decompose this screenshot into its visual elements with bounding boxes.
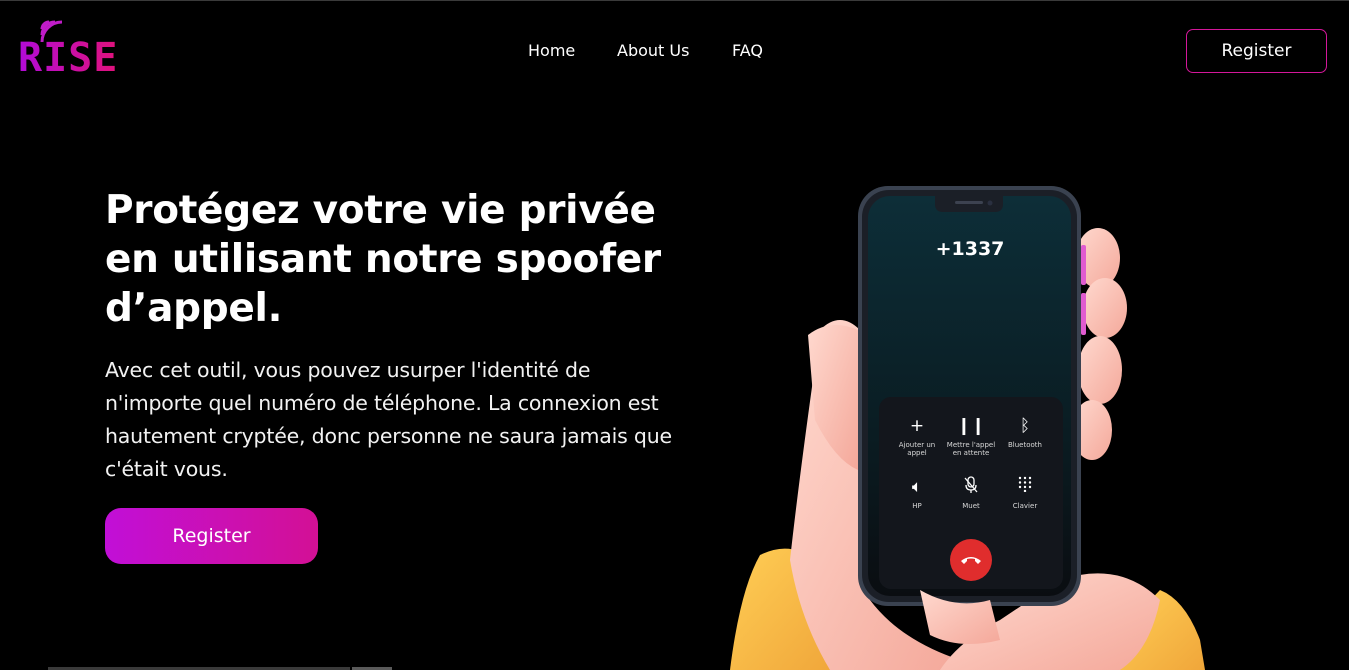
mute-label: Muet xyxy=(962,502,980,510)
plus-icon: + xyxy=(909,416,925,436)
speaker-label: HP xyxy=(912,502,922,510)
bluetooth-button[interactable]: ᛒ Bluetooth xyxy=(997,415,1053,449)
mute-button[interactable]: Muet xyxy=(943,476,999,510)
hangup-icon xyxy=(961,557,981,564)
keypad-button[interactable]: Clavier xyxy=(997,476,1053,510)
hero-description: Avec cet outil, vous pouvez usurper l'id… xyxy=(105,358,672,481)
nav-faq[interactable]: FAQ xyxy=(732,40,763,62)
hero-title: Protégez votre vie privée en utilisant n… xyxy=(105,188,661,331)
bluetooth-icon: ᛒ xyxy=(1019,416,1031,436)
pause-icon: ❙❙ xyxy=(956,416,986,436)
keypad-label: Clavier xyxy=(1012,502,1038,510)
nav-about-us[interactable]: About Us xyxy=(617,40,689,62)
nav-home[interactable]: Home xyxy=(528,40,575,62)
hold-call-button[interactable]: ❙❙ Mettre l'appel en attente xyxy=(943,415,999,457)
speaker-icon: 🔈︎ xyxy=(911,477,923,497)
keypad-icon xyxy=(997,476,1053,498)
speaker-button[interactable]: 🔈︎ HP xyxy=(889,476,945,510)
hold-call-label: Mettre l'appel en attente xyxy=(946,441,996,457)
header-register-button[interactable]: Register xyxy=(1186,29,1327,73)
hangup-button[interactable] xyxy=(950,539,992,581)
add-call-button[interactable]: + Ajouter un appel xyxy=(889,415,945,457)
caller-number: +1337 xyxy=(935,238,1005,260)
hero-register-button[interactable]: Register xyxy=(105,508,318,564)
top-border xyxy=(0,0,1349,1)
main-nav: Home About Us FAQ xyxy=(0,40,1349,64)
bluetooth-label: Bluetooth xyxy=(1008,441,1042,449)
mic-off-icon xyxy=(943,476,999,498)
add-call-label: Ajouter un appel xyxy=(898,441,936,457)
